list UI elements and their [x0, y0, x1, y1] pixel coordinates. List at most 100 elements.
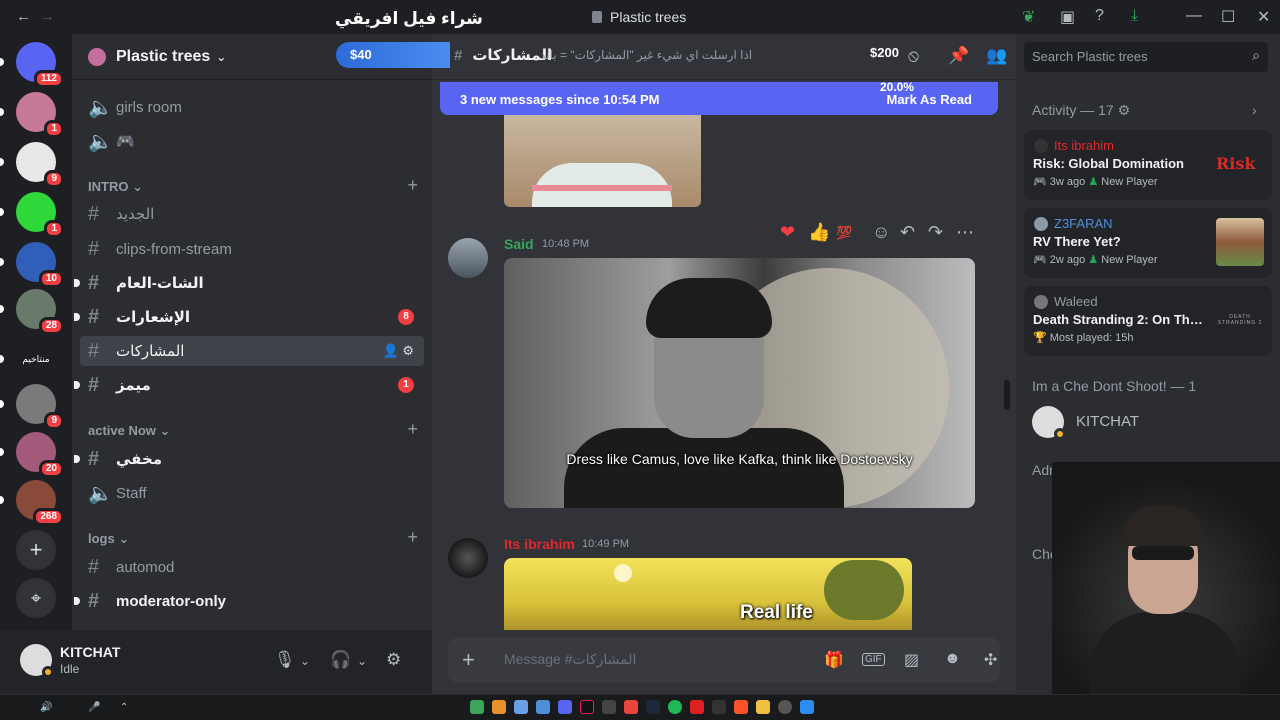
- minimize-button[interactable]: —: [1186, 7, 1202, 25]
- activity-card[interactable]: Waleed Death Stranding 2: On The ... 🏆 M…: [1024, 286, 1272, 356]
- volume-icon[interactable]: 🔊: [40, 702, 52, 713]
- discover-icon[interactable]: ⌖: [16, 578, 56, 618]
- add-channel-icon[interactable]: +: [407, 527, 418, 548]
- server-icon[interactable]: 268: [16, 480, 64, 526]
- steam-app-icon[interactable]: [646, 700, 660, 714]
- forward-arrow-icon[interactable]: →: [40, 8, 55, 25]
- app-icon[interactable]: [690, 700, 704, 714]
- member-list-icon[interactable]: 👥: [986, 46, 1007, 66]
- discord-app-icon[interactable]: [558, 700, 572, 714]
- download-icon[interactable]: ⤓: [1131, 7, 1138, 25]
- avatar[interactable]: [448, 238, 488, 278]
- message-placeholder[interactable]: Message #المشاركات: [504, 651, 636, 668]
- voice-channel-games[interactable]: 🔈 🎮: [80, 126, 424, 156]
- channel-notifications[interactable]: # الإشعارات 8: [74, 302, 424, 332]
- image-attachment[interactable]: [504, 113, 701, 207]
- gear-icon[interactable]: ⚙: [402, 343, 414, 358]
- gear-icon[interactable]: ⚙: [386, 650, 401, 670]
- message-author[interactable]: Said: [504, 236, 534, 252]
- screen-share-icon[interactable]: ▣: [1060, 7, 1075, 27]
- channel-participations[interactable]: # المشاركات 👤 ⚙: [80, 336, 424, 366]
- scrollbar[interactable]: [1004, 380, 1010, 410]
- chevron-down-icon[interactable]: ⌄: [357, 654, 367, 668]
- message-author[interactable]: Its ibrahim: [504, 536, 575, 552]
- app-icon[interactable]: [602, 700, 616, 714]
- app-icon[interactable]: [536, 700, 550, 714]
- channel-clips-from-stream[interactable]: # clips-from-stream: [80, 234, 424, 264]
- more-options-icon[interactable]: ⋯: [956, 222, 974, 243]
- search-taskbar-icon[interactable]: [778, 700, 792, 714]
- member-item[interactable]: KITCHAT: [1032, 404, 1272, 440]
- add-channel-icon[interactable]: +: [407, 419, 418, 440]
- sticker-icon[interactable]: ▨: [904, 650, 919, 670]
- new-messages-bar[interactable]: 3 new messages since 10:54 PM 20.0% Mark…: [440, 80, 998, 115]
- channel-general-chat[interactable]: # الشات-العام: [74, 268, 424, 298]
- image-attachment[interactable]: Dress like Camus, love like Kafka, think…: [504, 258, 975, 508]
- close-button[interactable]: ✕: [1257, 7, 1270, 27]
- hundred-reaction-icon[interactable]: 💯: [836, 225, 852, 241]
- thumbs-up-reaction-icon[interactable]: 👍: [808, 222, 830, 243]
- forward-icon[interactable]: ↷: [928, 222, 943, 243]
- activity-header[interactable]: Activity — 17 ⚙ ›: [1032, 102, 1257, 119]
- channel-new[interactable]: # الجديد: [80, 199, 424, 229]
- server-icon[interactable]: 112: [16, 42, 64, 88]
- microphone-icon[interactable]: 🎙: [274, 650, 296, 670]
- add-server-button[interactable]: +: [16, 530, 56, 570]
- server-icon[interactable]: 10: [16, 242, 64, 288]
- gear-icon[interactable]: ⚙: [1118, 102, 1131, 118]
- channel-hidden[interactable]: # مخفي: [74, 444, 424, 474]
- category-active-now[interactable]: active Now ⌄ +: [88, 419, 418, 439]
- maximize-button[interactable]: ☐: [1221, 7, 1235, 27]
- reply-icon[interactable]: ↶: [900, 222, 915, 243]
- invite-icon[interactable]: 👤: [383, 343, 399, 358]
- emoji-icon[interactable]: ☻: [944, 650, 961, 668]
- headphones-icon[interactable]: 🎧: [330, 650, 351, 670]
- channel-moderator-only[interactable]: # moderator-only: [74, 586, 424, 616]
- voice-channel-girls-room[interactable]: 🔈 girls room: [80, 92, 424, 122]
- chevron-right-icon[interactable]: ›: [1252, 102, 1257, 118]
- channel-memes[interactable]: # ميمز 1: [74, 370, 424, 400]
- username[interactable]: KITCHAT: [60, 644, 120, 660]
- back-arrow-icon[interactable]: ←: [16, 8, 31, 25]
- file-explorer-icon[interactable]: [756, 700, 770, 714]
- server-icon[interactable]: 9: [16, 384, 64, 430]
- category-logs[interactable]: logs ⌄ +: [88, 527, 418, 547]
- mic-tray-icon[interactable]: 🎤: [88, 702, 100, 713]
- server-icon[interactable]: 1: [16, 92, 64, 138]
- app-icon[interactable]: [712, 700, 726, 714]
- windows-start-icon[interactable]: [800, 700, 814, 714]
- leaf-icon[interactable]: ❦: [1022, 7, 1035, 27]
- search-input[interactable]: Search Plastic trees ⌕: [1024, 42, 1268, 72]
- tiktok-app-icon[interactable]: [580, 700, 594, 714]
- add-channel-icon[interactable]: +: [407, 175, 418, 196]
- pin-icon[interactable]: 📌: [948, 46, 969, 66]
- activity-card[interactable]: Z3FARAN RV There Yet? 🎮 2w ago ♟ New Pla…: [1024, 208, 1272, 278]
- voice-channel-staff[interactable]: 🔈 Staff: [80, 478, 424, 508]
- server-icon[interactable]: 1: [16, 192, 64, 238]
- server-icon[interactable]: 20: [16, 432, 64, 478]
- channel-topic[interactable]: اذا ارسلت اي شيء غير "المشاركات" = باند: [540, 48, 840, 62]
- category-intro[interactable]: INTRO ⌄ +: [88, 175, 418, 195]
- heart-reaction-icon[interactable]: ❤: [780, 222, 795, 243]
- help-icon[interactable]: ?: [1095, 7, 1104, 25]
- chrome-app-icon[interactable]: [624, 700, 638, 714]
- message-input[interactable]: + Message #المشاركات 🎁 GIF ▨ ☻ ✣: [448, 638, 1000, 682]
- gift-icon[interactable]: 🎁: [824, 650, 844, 670]
- gif-icon[interactable]: GIF: [862, 653, 885, 666]
- app-icon[interactable]: [514, 700, 528, 714]
- server-icon[interactable]: منتاخيم: [16, 339, 56, 379]
- spotify-app-icon[interactable]: [668, 700, 682, 714]
- notification-muted-icon[interactable]: ⦸: [908, 46, 919, 66]
- image-attachment[interactable]: Real life: [504, 558, 912, 630]
- brave-app-icon[interactable]: [734, 700, 748, 714]
- chevron-down-icon[interactable]: ⌄: [300, 654, 310, 668]
- app-icon[interactable]: [492, 700, 506, 714]
- apps-icon[interactable]: ✣: [984, 650, 997, 670]
- app-icon[interactable]: [470, 700, 484, 714]
- mark-as-read-button[interactable]: Mark As Read: [887, 92, 973, 107]
- server-icon[interactable]: 9: [16, 142, 64, 188]
- attach-plus-icon[interactable]: +: [462, 647, 475, 673]
- tray-expand-icon[interactable]: ⌃: [120, 702, 128, 713]
- avatar[interactable]: [20, 644, 54, 678]
- add-reaction-icon[interactable]: ☺: [872, 222, 890, 243]
